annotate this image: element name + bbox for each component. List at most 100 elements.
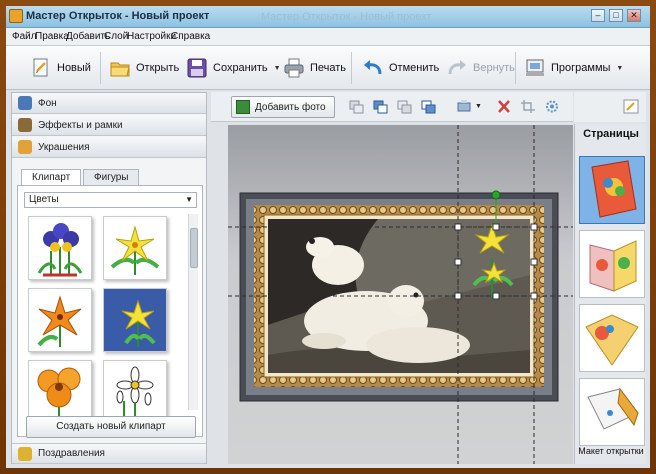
print-label: Печать bbox=[310, 62, 347, 74]
tab-shapes[interactable]: Фигуры bbox=[83, 169, 140, 185]
programs-dropdown-arrow-icon[interactable]: ▼ bbox=[616, 65, 623, 72]
app-logo-icon bbox=[9, 9, 23, 23]
bring-forward-icon[interactable] bbox=[347, 98, 365, 115]
maximize-button[interactable]: □ bbox=[609, 9, 623, 22]
clipart-item[interactable] bbox=[28, 216, 92, 280]
decorations-icon bbox=[18, 140, 32, 154]
align-dropdown-arrow-icon[interactable]: ▼ bbox=[475, 103, 482, 110]
category-select-value: Цветы bbox=[29, 194, 59, 205]
print-button[interactable]: Печать bbox=[283, 54, 346, 82]
section-greetings[interactable]: Поздравления bbox=[12, 443, 206, 464]
menu-file[interactable]: Файл bbox=[12, 31, 37, 42]
chevron-down-icon: ▼ bbox=[185, 195, 193, 204]
card-back-icon bbox=[587, 387, 639, 430]
close-button[interactable]: ✕ bbox=[627, 9, 641, 22]
clipart-item[interactable] bbox=[28, 360, 92, 424]
new-label: Новый bbox=[57, 62, 91, 74]
pages-title: Страницы bbox=[583, 128, 639, 140]
programs-button[interactable]: Программы ▼ bbox=[524, 54, 623, 82]
bring-to-front-icon[interactable] bbox=[371, 98, 389, 115]
page-thumb-front[interactable] bbox=[579, 156, 645, 224]
white-daisy-icon bbox=[116, 366, 154, 421]
align-icon[interactable] bbox=[455, 98, 473, 115]
tab-clipart[interactable]: Клипарт bbox=[21, 169, 82, 186]
pages-panel: Страницы Макет открытки bbox=[574, 124, 646, 464]
send-to-back-icon[interactable] bbox=[419, 98, 437, 115]
section-effects[interactable]: Эффекты и рамки bbox=[12, 115, 206, 136]
minimize-button[interactable]: – bbox=[591, 9, 605, 22]
menu-bar: Файл Правка Добавить Слой Настройки Спра… bbox=[6, 28, 650, 46]
section-effects-label: Эффекты и рамки bbox=[38, 119, 123, 131]
section-background-label: Фон bbox=[38, 97, 57, 109]
printer-icon bbox=[283, 57, 305, 79]
card-open-icon bbox=[585, 314, 639, 366]
redo-button[interactable]: Вернуть bbox=[446, 54, 515, 82]
main-toolbar: Новый Открыть Сохранить ▼ Печать Отменит… bbox=[6, 46, 650, 90]
window-title: Мастер Открыток - Новый проект bbox=[26, 10, 210, 22]
effects-frame-icon bbox=[18, 118, 32, 132]
toolbar-separator bbox=[100, 52, 101, 84]
page-thumb-back[interactable] bbox=[579, 378, 645, 446]
new-button[interactable]: Новый bbox=[30, 54, 91, 82]
orange-flower-icon bbox=[37, 367, 81, 421]
redo-label: Вернуть bbox=[473, 62, 515, 74]
right-toolbar bbox=[574, 92, 646, 122]
menu-edit[interactable]: Правка bbox=[35, 31, 69, 42]
send-backward-icon[interactable] bbox=[395, 98, 413, 115]
orange-lily-icon bbox=[37, 295, 82, 347]
settings-gear-icon[interactable] bbox=[543, 98, 561, 115]
add-photo-icon bbox=[236, 100, 250, 114]
greetings-text-icon bbox=[18, 446, 32, 461]
section-background[interactable]: Фон bbox=[12, 93, 206, 114]
yellow-lily-icon bbox=[110, 225, 160, 275]
canvas-toolbar: Добавить фото ▼ bbox=[211, 92, 573, 122]
section-decorations-label: Украшения bbox=[38, 141, 90, 153]
save-dropdown-arrow-icon[interactable]: ▼ bbox=[274, 65, 281, 72]
folder-icon bbox=[109, 57, 131, 79]
save-label: Сохранить bbox=[213, 62, 268, 74]
clipart-item[interactable] bbox=[103, 360, 167, 424]
section-decorations[interactable]: Украшения bbox=[12, 137, 206, 158]
open-button[interactable]: Открыть bbox=[109, 54, 179, 82]
edit-text-icon[interactable] bbox=[622, 98, 640, 115]
add-photo-label: Добавить фото bbox=[255, 101, 326, 113]
left-panel: Фон Эффекты и рамки Украшения Клипарт Фи… bbox=[11, 92, 207, 464]
card-front-icon bbox=[591, 160, 637, 218]
window-title-ghost: Мастер Открыток - Новый проект bbox=[261, 11, 432, 23]
flower-moon-icon bbox=[104, 299, 156, 347]
title-bar: Мастер Открыток - Новый проект Мастер От… bbox=[6, 6, 650, 28]
open-label: Открыть bbox=[136, 62, 180, 74]
iris-flowers-icon bbox=[37, 223, 83, 277]
card-inside-icon bbox=[589, 240, 637, 292]
toolbar-separator bbox=[351, 52, 352, 84]
clipart-item[interactable] bbox=[103, 288, 167, 352]
undo-arrow-icon bbox=[362, 57, 384, 79]
clipart-panel: Цветы ▼ Создать новый клипарт bbox=[17, 185, 203, 438]
save-button[interactable]: Сохранить ▼ bbox=[186, 54, 281, 82]
card-preview bbox=[228, 125, 573, 464]
canvas-area[interactable] bbox=[228, 125, 573, 464]
clipart-item[interactable] bbox=[28, 288, 92, 352]
add-photo-button[interactable]: Добавить фото bbox=[231, 96, 335, 118]
page-thumb-inside[interactable] bbox=[579, 230, 645, 298]
create-clipart-button[interactable]: Создать новый клипарт bbox=[26, 416, 196, 438]
new-document-icon bbox=[30, 57, 52, 79]
clipart-scrollbar[interactable] bbox=[188, 214, 198, 410]
card-layout-label[interactable]: Макет открытки bbox=[575, 446, 647, 456]
undo-label: Отменить bbox=[389, 62, 440, 74]
scrollbar-thumb[interactable] bbox=[190, 228, 198, 268]
undo-button[interactable]: Отменить bbox=[362, 54, 439, 82]
clipart-item[interactable] bbox=[103, 216, 167, 280]
redo-arrow-icon bbox=[446, 57, 468, 79]
menu-settings[interactable]: Настройки bbox=[127, 31, 176, 42]
delete-icon[interactable] bbox=[495, 98, 513, 115]
category-select[interactable]: Цветы ▼ bbox=[24, 192, 197, 208]
app-window: Мастер Открыток - Новый проект Мастер От… bbox=[6, 6, 650, 468]
section-greetings-label: Поздравления bbox=[38, 448, 105, 459]
page-thumb-open[interactable] bbox=[579, 304, 645, 372]
crop-icon[interactable] bbox=[519, 98, 537, 115]
toolbar-separator bbox=[515, 52, 516, 84]
clipart-tabs: Клипарт Фигуры bbox=[17, 169, 203, 186]
menu-help[interactable]: Справка bbox=[171, 31, 210, 42]
menu-layer[interactable]: Слой bbox=[104, 31, 128, 42]
